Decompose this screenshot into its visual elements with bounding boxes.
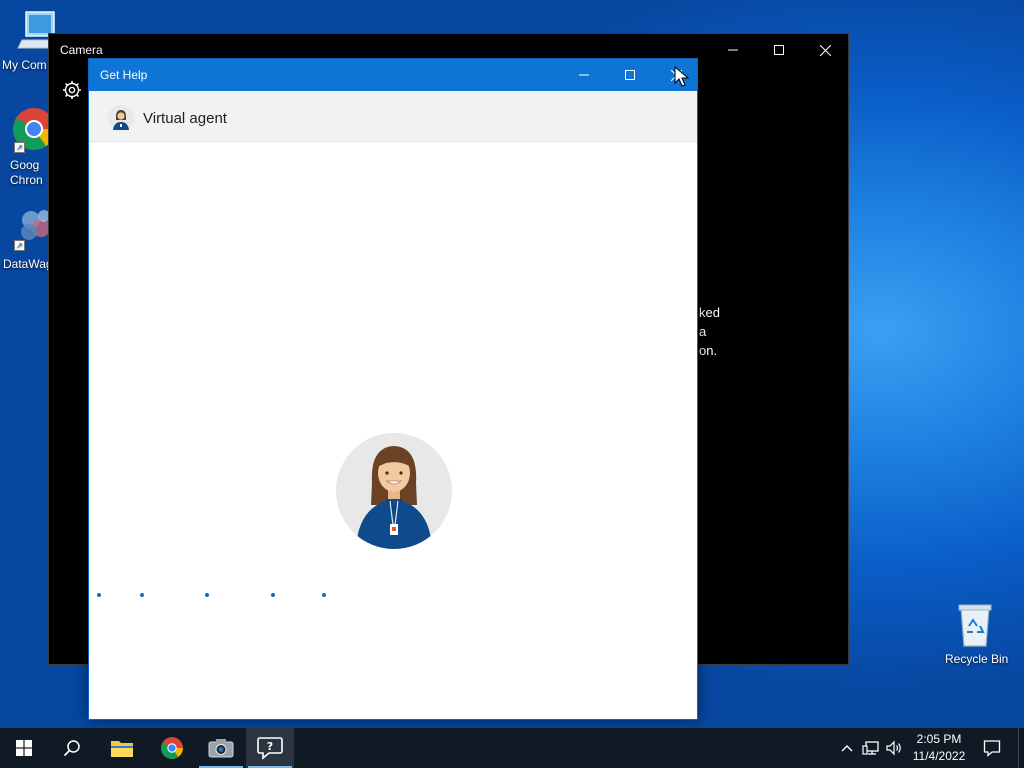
taskbar-file-explorer[interactable] <box>98 728 146 768</box>
show-desktop-button[interactable] <box>1018 728 1024 768</box>
maximize-icon <box>774 45 784 55</box>
windows-logo-icon <box>16 740 32 756</box>
desktop-icon-label: Recycle Bin <box>945 652 1009 666</box>
camera-message-line: a <box>699 324 707 339</box>
minimize-button[interactable] <box>710 34 756 66</box>
desktop-icon-label: DataWag <box>3 257 53 271</box>
clock-time: 2:05 PM <box>916 732 962 746</box>
loading-dot <box>140 593 144 597</box>
close-icon <box>819 44 831 56</box>
camera-icon <box>208 739 234 758</box>
mouse-cursor-icon <box>674 66 690 87</box>
get-help-icon: ? <box>257 737 283 760</box>
get-help-titlebar[interactable]: Get Help <box>89 59 697 91</box>
minimize-icon <box>579 74 589 76</box>
show-hidden-icons-button[interactable] <box>837 738 857 758</box>
loading-dot <box>271 593 275 597</box>
camera-message-line: ked <box>699 305 720 320</box>
get-help-window[interactable]: Get Help Virtual agent <box>88 58 698 720</box>
settings-button[interactable] <box>62 80 82 100</box>
virtual-agent-portrait-icon <box>336 433 452 549</box>
taskbar-google-chrome[interactable] <box>148 728 196 768</box>
window-title: Camera <box>60 43 103 57</box>
desktop-icon-label: My Com <box>2 58 47 72</box>
window-title: Get Help <box>100 68 148 82</box>
search-button[interactable] <box>48 728 96 768</box>
maximize-button[interactable] <box>756 34 802 66</box>
chat-content <box>89 143 697 719</box>
taskbar: ? 2:05 PM 11/4/2022 <box>0 728 1024 768</box>
chrome-icon <box>161 737 183 759</box>
search-icon <box>63 740 80 757</box>
action-center-button[interactable] <box>982 738 1002 758</box>
gear-icon <box>63 81 81 99</box>
header-title: Virtual agent <box>143 110 227 127</box>
svg-text:?: ? <box>267 740 273 753</box>
taskbar-camera[interactable] <box>197 728 245 768</box>
taskbar-get-help[interactable]: ? <box>246 728 294 768</box>
virtual-agent-header: Virtual agent <box>89 91 697 142</box>
minimize-icon <box>728 49 738 51</box>
maximize-icon <box>625 70 635 80</box>
shortcut-arrow-icon: ↗ <box>14 142 25 153</box>
agent-avatar-icon <box>108 105 134 131</box>
network-button[interactable] <box>861 738 881 758</box>
maximize-button[interactable] <box>607 59 653 91</box>
recycle-bin-icon <box>958 604 992 647</box>
clock-date: 11/4/2022 <box>912 749 966 763</box>
network-icon <box>862 741 879 755</box>
desktop-icon-recycle-bin[interactable]: Recycle Bin <box>937 602 1013 666</box>
minimize-button[interactable] <box>561 59 607 91</box>
close-button[interactable] <box>802 34 848 66</box>
loading-dot <box>97 593 101 597</box>
speaker-icon <box>886 740 901 756</box>
loading-dot <box>205 593 209 597</box>
camera-message-line: on. <box>699 343 718 358</box>
camera-message: ked a on. <box>699 303 720 360</box>
clock[interactable]: 2:05 PM 11/4/2022 <box>905 731 973 765</box>
shortcut-arrow-icon: ↗ <box>14 240 25 251</box>
chevron-up-icon <box>841 745 853 752</box>
volume-button[interactable] <box>884 738 904 758</box>
loading-dot <box>322 593 326 597</box>
folder-icon <box>111 741 133 757</box>
notification-icon <box>983 740 1001 757</box>
start-button[interactable] <box>0 728 48 768</box>
